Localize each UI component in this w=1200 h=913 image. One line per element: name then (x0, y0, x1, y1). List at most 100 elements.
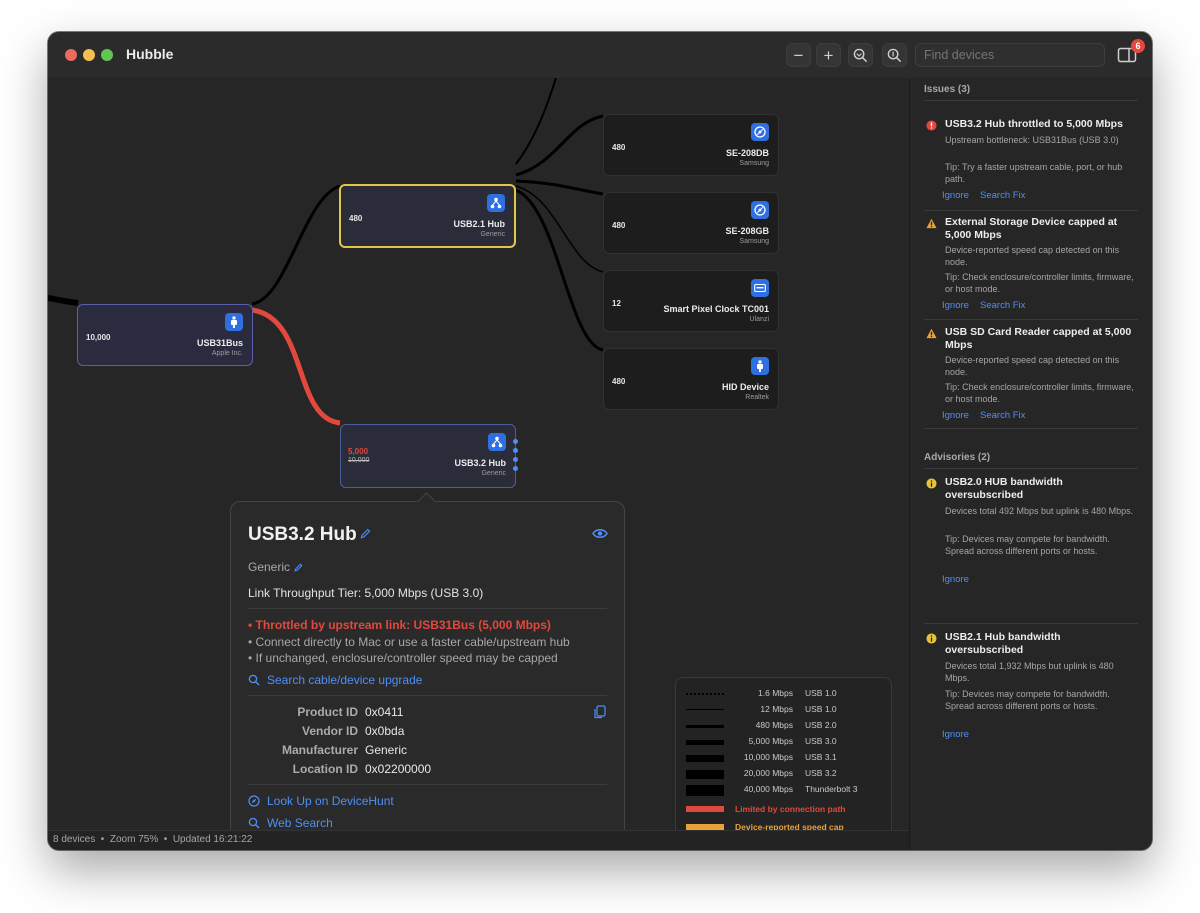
legend-row: 5,000 Mbps USB 3.0 (676, 736, 893, 748)
legend-limited-label: Limited by connection path (735, 804, 846, 814)
find-devices-input[interactable] (915, 43, 1105, 67)
warning-icon (926, 328, 937, 339)
issue-title: USB3.2 Hub throttled to 5,000 Mbps (945, 118, 1123, 130)
node-speed-throttled: 5,000 (348, 447, 369, 456)
copy-icon[interactable] (594, 705, 606, 719)
field-key: Manufacturer (281, 743, 358, 757)
issue-count-badge: 6 (1131, 39, 1145, 53)
advisory-item[interactable]: USB2.0 HUB bandwidth oversubscribed Devi… (924, 476, 1139, 586)
legend-line (686, 693, 724, 695)
legend-speed: 1.6 Mbps (758, 688, 793, 698)
minimize-window-button[interactable] (83, 49, 95, 61)
legend-line (686, 709, 724, 710)
issue-tip: Tip: Check enclosure/controller limits, … (945, 382, 1134, 404)
zoom-out-button[interactable]: − (786, 43, 811, 67)
wire-usb31-usb32 (251, 307, 341, 426)
legend-standard: USB 2.0 (805, 720, 837, 730)
zoom-to-fit-button[interactable] (848, 43, 873, 67)
node-vendor: Ulanzi (749, 316, 769, 323)
speed-legend: 1.6 Mbps USB 1.0 12 Mbps USB 1.0 480 Mbp… (675, 677, 892, 830)
node-se208db[interactable]: 480 SE-208DB Samsung (603, 114, 779, 176)
close-window-button[interactable] (65, 49, 77, 61)
node-speed: 12 (612, 299, 621, 308)
zoom-window-button[interactable] (101, 49, 113, 61)
ignore-link[interactable]: Ignore (942, 410, 969, 421)
issue-item[interactable]: USB SD Card Reader capped at 5,000 Mbps … (924, 326, 1139, 421)
node-name: SE-208GB (725, 226, 769, 236)
device-detail-popover: USB3.2 Hub Generic Link Throughput Tier:… (230, 501, 625, 830)
divider (924, 100, 1138, 101)
throttle-warning: • Throttled by upstream link: USB31Bus (… (248, 618, 551, 632)
legend-row-capped: Device-reported speed cap (676, 822, 893, 830)
ignore-link[interactable]: Ignore (942, 300, 969, 311)
node-usb31bus[interactable]: 10,000 USB31Bus Apple Inc. (77, 304, 253, 366)
ignore-link[interactable]: Ignore (942, 574, 969, 585)
issue-tip: Tip: Try a faster upstream cable, port, … (945, 162, 1123, 184)
node-speed-original: 10,000 (348, 457, 370, 464)
popover-manufacturer: Generic (248, 560, 291, 574)
app-window: Hubble − + 6 (48, 32, 1152, 850)
port-dot (513, 466, 518, 471)
eye-icon[interactable] (592, 528, 608, 539)
legend-row-limited: Limited by connection path (676, 804, 893, 816)
search-fix-link[interactable]: Search Fix (980, 410, 1025, 421)
zoom-in-button[interactable]: + (816, 43, 841, 67)
ignore-link[interactable]: Ignore (942, 190, 969, 201)
vendor-id-value: 0x0bda (365, 724, 405, 738)
node-vendor: Generic (481, 470, 506, 477)
legend-row: 1.6 Mbps USB 1.0 (676, 688, 893, 700)
wire-up-offscreen (515, 78, 557, 165)
node-vendor: Generic (480, 231, 505, 238)
search-icon (248, 674, 260, 686)
node-speed: 480 (612, 143, 626, 152)
keyboard-icon (751, 279, 769, 297)
device-graph-canvas[interactable]: 10,000 USB31Bus Apple Inc. 480 USB2.1 Hu… (48, 78, 909, 830)
legend-row: 480 Mbps USB 2.0 (676, 720, 893, 732)
node-hid-device[interactable]: 480 HID Device Realtek (603, 348, 779, 410)
field-key: Product ID (297, 705, 358, 719)
issue-item[interactable]: USB3.2 Hub throttled to 5,000 Mbps Upstr… (924, 118, 1139, 204)
hub-icon (487, 194, 505, 212)
issue-item[interactable]: External Storage Device capped at 5,000 … (924, 216, 1139, 311)
node-name: USB31Bus (196, 338, 243, 348)
node-usb32-hub[interactable]: 5,000 10,000 USB3.2 Hub Generic (340, 424, 518, 488)
port-dot (513, 439, 518, 444)
minus-icon: − (793, 45, 804, 65)
disc-drive-icon (751, 123, 769, 141)
divider (248, 608, 607, 609)
node-se208gb[interactable]: 480 SE-208GB Samsung (603, 192, 779, 254)
devicehunt-label: Look Up on DeviceHunt (267, 794, 394, 808)
actual-size-button[interactable] (882, 43, 907, 67)
search-fix-link[interactable]: Search Fix (980, 300, 1025, 311)
issue-description: Device-reported speed cap detected on th… (945, 245, 1120, 267)
status-bar: 8 devices • Zoom 75% • Updated 16:21:22 (48, 830, 909, 850)
divider (248, 784, 607, 785)
issue-title: USB SD Card Reader capped at 5,000 Mbps (945, 326, 1132, 351)
legend-standard: USB 3.0 (805, 736, 837, 746)
status-text: 8 devices • Zoom 75% • Updated 16:21:22 (53, 834, 253, 845)
devicehunt-link[interactable]: Look Up on DeviceHunt (248, 794, 394, 808)
error-icon (926, 120, 937, 131)
node-speed: 480 (349, 214, 363, 223)
pencil-icon[interactable] (360, 528, 371, 539)
node-vendor: Samsung (739, 238, 769, 245)
search-fix-link[interactable]: Search Fix (980, 190, 1025, 201)
advisory-description: Devices total 1,932 Mbps but uplink is 4… (945, 661, 1114, 683)
divider (924, 428, 1138, 429)
web-search-link[interactable]: Web Search (248, 816, 333, 830)
search-upgrade-link[interactable]: Search cable/device upgrade (248, 673, 422, 687)
legend-standard: USB 3.2 (805, 768, 837, 778)
divider (248, 695, 607, 696)
node-usb21-hub[interactable]: 480 USB2.1 Hub Generic (339, 184, 516, 248)
advisory-item[interactable]: USB2.1 Hub bandwidth oversubscribed Devi… (924, 631, 1139, 741)
legend-standard: Thunderbolt 3 (805, 784, 858, 794)
node-name: USB3.2 Hub (454, 458, 506, 468)
ignore-link[interactable]: Ignore (942, 729, 969, 740)
node-smart-pixel-clock[interactable]: 12 Smart Pixel Clock TC001 Ulanzi (603, 270, 779, 332)
pencil-icon[interactable] (294, 563, 303, 572)
info-icon (926, 633, 937, 644)
node-vendor: Samsung (739, 160, 769, 167)
warning-icon (926, 218, 937, 229)
legend-row: 10,000 Mbps USB 3.1 (676, 752, 893, 764)
suggestion-bullet: • Connect directly to Mac or use a faste… (248, 635, 570, 649)
